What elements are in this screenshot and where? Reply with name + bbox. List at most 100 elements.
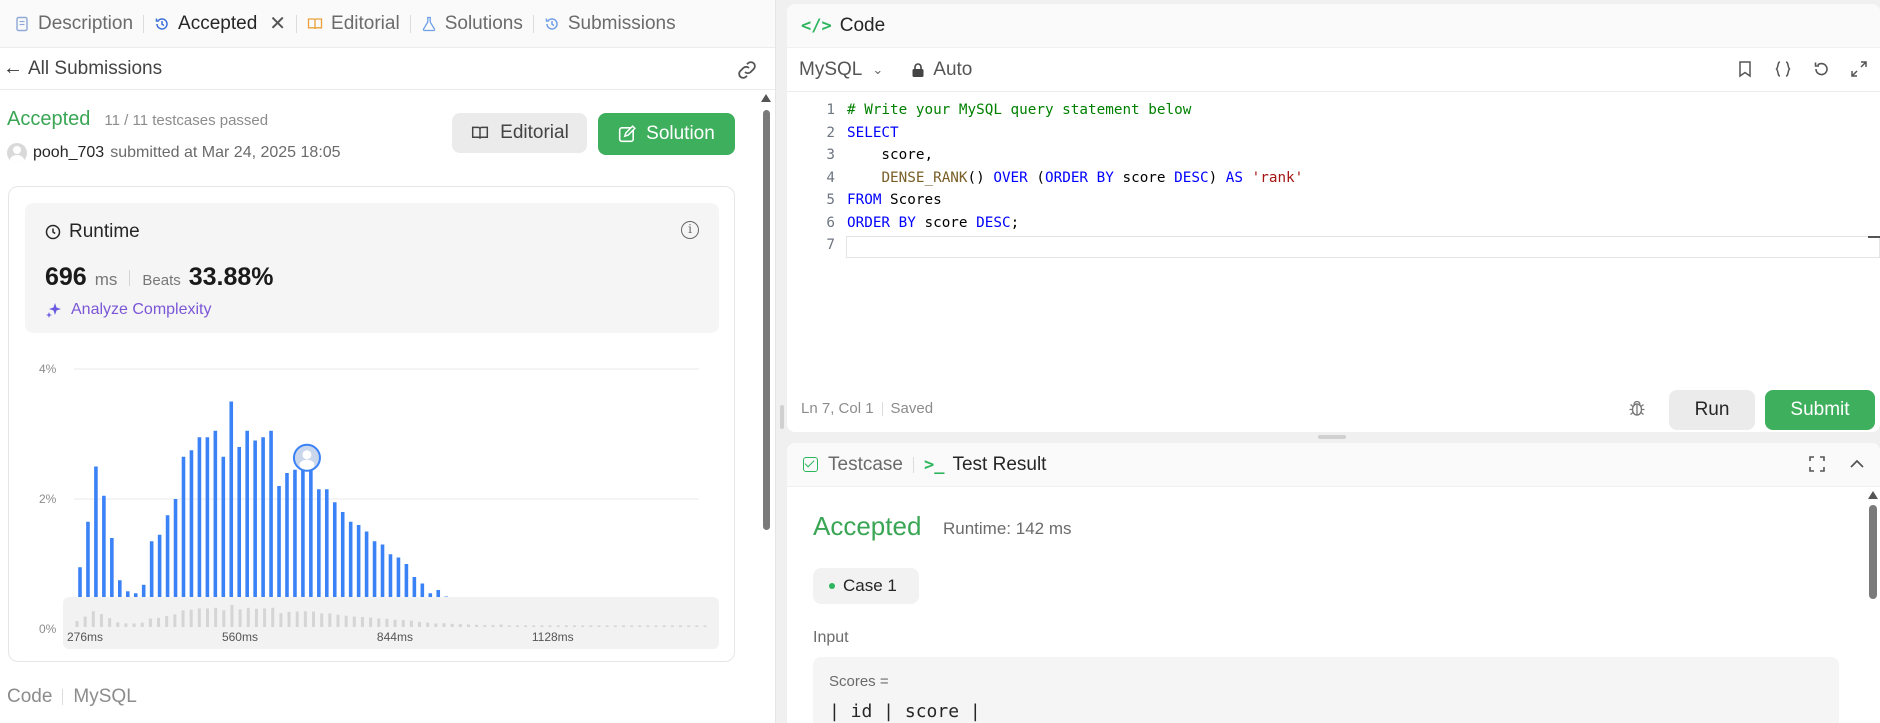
minimap-bar [205,608,209,627]
chart-bar[interactable] [229,401,234,630]
saved-status: Saved [890,400,934,417]
run-button[interactable]: Run [1669,390,1755,430]
runtime-card: Runtime i 696 ms Beats 33.88% Analyze Co… [8,186,735,662]
username[interactable]: pooh_703 [33,144,104,162]
share-link-icon[interactable] [735,58,759,82]
tab-description[interactable]: Description [4,0,143,48]
minimap-bar [254,608,258,627]
testcases-passed: 11 / 11 testcases passed [104,112,269,129]
left-scrollbar[interactable] [761,94,771,534]
minimap-bar [646,625,650,627]
minimap-bar [238,609,242,627]
minimap-bar [108,618,112,627]
vertical-resize-handle[interactable] [780,405,784,429]
scrollbar-thumb[interactable] [1869,505,1877,599]
code-editor[interactable]: 1 # Write your MySQL query statement bel… [787,98,1880,368]
result-runtime: Runtime: 142 ms [943,519,1072,538]
line-number: 6 [826,214,835,231]
tab-test-result[interactable]: >_ Test Result [924,454,1046,476]
line-number: 3 [826,147,835,163]
minimap-bar [116,622,120,627]
line-number: 4 [826,169,835,186]
code-text: SELECT [847,124,899,141]
horizontal-resize-handle[interactable] [1318,435,1346,439]
tab-label: Description [38,12,134,34]
analyze-complexity-link[interactable]: Analyze Complexity [45,301,212,319]
runtime-value: 696 [45,263,87,291]
input-table-preview: | id | score | [829,701,981,722]
expand-icon[interactable] [1850,60,1868,78]
maximize-icon[interactable] [1808,455,1826,473]
runtime-summary[interactable]: Runtime i 696 ms Beats 33.88% Analyze Co… [25,203,719,333]
case-tab[interactable]: Case 1 [813,568,919,604]
minimap-bar [638,625,642,627]
minimap-bar [597,625,601,627]
minimap-bar [140,622,144,627]
toolbar-icons [1736,60,1868,78]
runtime-unit: ms [94,270,118,289]
cursor-status: Ln 7, Col 1 Saved [801,400,933,417]
tab-editorial[interactable]: Editorial [297,0,410,48]
minimap-bar [148,618,152,627]
minimap-bar [426,622,430,627]
minimap-bar [613,625,617,627]
minimap-bar [336,614,340,627]
minimap-bar [695,625,699,627]
language-select[interactable]: MySQL ⌄ [799,59,883,81]
divider [912,456,914,473]
minimap-bar [295,611,299,627]
tab-submissions[interactable]: Submissions [534,0,686,48]
braces-icon[interactable] [1774,60,1792,78]
minimap-bar [458,624,462,627]
minimap-bar [83,616,87,627]
submit-button[interactable]: Submit [1765,390,1875,430]
reset-icon[interactable] [1812,60,1830,78]
minimap-bar [328,613,332,627]
book-icon [472,126,489,139]
info-icon[interactable]: i [681,221,699,239]
tab-label: Solutions [444,12,523,34]
tab-testcase[interactable]: Testcase [803,454,903,476]
minimap-tick-label: 276ms [67,630,103,644]
back-arrow-icon[interactable]: ← [0,57,26,80]
minimap-bar [271,607,275,627]
minimap-bar [279,613,283,627]
submitted-time: submitted at Mar 24, 2025 18:05 [110,144,341,161]
right-scrollbar[interactable] [1868,491,1878,601]
minimap-bar [409,620,413,627]
y-tick-label: 2% [39,492,57,506]
history-icon [545,17,558,30]
minimap-bar [312,611,316,627]
chart-minimap[interactable]: 276ms 560ms 844ms 1128ms [63,597,719,649]
solution-button[interactable]: Solution [598,113,735,155]
app-root: Description Accepted ✕ Editorial Solutio… [0,0,1880,723]
divider [129,269,131,286]
minimap-tick-label: 560ms [222,630,258,644]
tab-accepted[interactable]: Accepted ✕ [144,0,296,48]
minimap-bar [507,625,511,627]
close-icon[interactable]: ✕ [269,11,286,36]
status-accepted: Accepted [7,108,91,130]
line-number: 7 [826,237,835,253]
case-label: Case 1 [843,576,897,595]
minimap-bar [91,611,95,627]
minimap-bar [434,623,438,627]
editorial-button[interactable]: Editorial [452,113,587,153]
document-icon [16,16,28,31]
scrollbar-thumb[interactable] [763,110,770,530]
edit-icon [619,125,637,143]
auto-mode[interactable]: Auto [911,59,972,81]
scroll-up-icon[interactable] [761,94,771,102]
code-language: MySQL [73,686,137,707]
chevron-up-icon[interactable] [1848,455,1866,473]
solution-button-label: Solution [646,123,715,144]
debug-icon[interactable] [1627,398,1647,418]
minimap-bar [483,625,487,627]
scroll-up-icon[interactable] [1868,491,1878,499]
minimap-bar [450,623,454,627]
tab-solutions[interactable]: Solutions [411,0,533,48]
all-submissions-link[interactable]: All Submissions [28,58,162,80]
your-submission-marker[interactable] [292,443,321,472]
bookmark-icon[interactable] [1736,60,1754,78]
avatar[interactable] [7,143,27,163]
